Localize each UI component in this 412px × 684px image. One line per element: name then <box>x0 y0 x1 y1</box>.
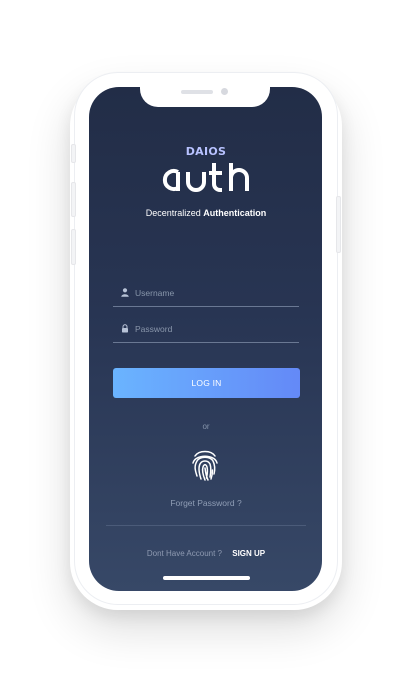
username-field[interactable] <box>113 285 299 307</box>
user-icon <box>121 288 129 297</box>
lock-icon <box>122 324 128 333</box>
signup-divider <box>106 525 306 526</box>
username-input[interactable] <box>135 285 291 301</box>
tagline-bold: Authentication <box>203 208 267 218</box>
fingerprint-icon[interactable] <box>189 448 221 482</box>
phone-speaker <box>181 90 213 94</box>
brand-name: DAIOS <box>185 145 227 158</box>
forgot-password-link[interactable]: Forget Password ? <box>0 498 412 508</box>
tagline-prefix: Decentralized <box>145 208 201 218</box>
tagline: Decentralized Authentication <box>0 208 412 218</box>
home-indicator[interactable] <box>163 576 250 580</box>
login-button[interactable]: LOG IN <box>113 368 300 398</box>
signup-prompt: Dont Have Account ? <box>146 549 222 558</box>
password-field[interactable] <box>113 321 299 343</box>
password-input[interactable] <box>135 321 291 337</box>
or-separator-text: or <box>202 422 210 431</box>
phone-camera <box>221 88 228 95</box>
phone-volume-down-button <box>71 229 76 265</box>
signup-link[interactable]: SIGN UP <box>232 549 265 558</box>
auth-logo <box>162 163 249 192</box>
app-canvas: DAIOS Decentralized Authentication LOG I… <box>0 0 412 684</box>
phone-power-button <box>336 196 341 253</box>
signup-row: Dont Have Account ? SIGN UP <box>0 549 412 558</box>
